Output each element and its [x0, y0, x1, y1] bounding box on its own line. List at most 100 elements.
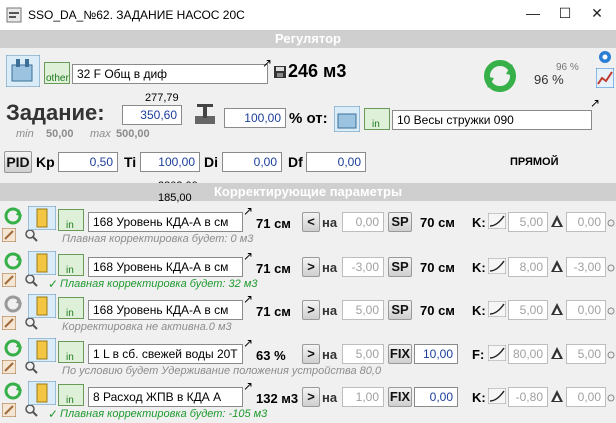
scale-icon[interactable]	[192, 102, 218, 128]
maximize-button[interactable]: ☐	[556, 4, 574, 22]
row-edit-icon[interactable]	[2, 403, 16, 417]
row-source-field[interactable]: 168 Уровень КДА-А в см	[88, 300, 243, 320]
plant-icon[interactable]	[6, 55, 40, 87]
row-refresh-icon[interactable]	[2, 251, 24, 271]
row-device-icon[interactable]	[28, 206, 56, 230]
pid-button[interactable]: PID	[4, 151, 32, 173]
row-pin-icon[interactable]: ↗	[243, 292, 253, 306]
row-pin-icon[interactable]: ↗	[243, 204, 253, 218]
close-button[interactable]: ✕	[588, 4, 606, 22]
kp-input[interactable]: 0,50	[58, 152, 118, 172]
row-pin-icon[interactable]: ↗	[243, 379, 253, 393]
row-dot-icon[interactable]	[607, 264, 615, 272]
row-source-field[interactable]: 168 Уровень КДА-А в см	[88, 212, 243, 232]
source-type-box[interactable]: other	[44, 62, 70, 84]
row-mode-button[interactable]: SP	[388, 300, 412, 320]
row-mode-button[interactable]: FIX	[388, 344, 412, 364]
row-edit-icon[interactable]	[2, 316, 16, 330]
row-dot-icon[interactable]	[607, 307, 615, 315]
row-curve-icon[interactable]	[488, 301, 506, 317]
row-k2-input[interactable]: 0,00	[566, 212, 606, 232]
row-k2-input[interactable]: -3,00	[566, 257, 606, 277]
row-delta-icon[interactable]	[550, 302, 564, 316]
row-search-icon[interactable]	[24, 316, 38, 330]
row-direction-button[interactable]: >	[302, 387, 320, 407]
row-pin-icon[interactable]: ↗	[243, 249, 253, 263]
row-dot-icon[interactable]	[607, 394, 615, 402]
row-delta-icon[interactable]	[550, 346, 564, 360]
pin-icon[interactable]: ↗	[262, 56, 272, 70]
row-type-box[interactable]: in	[58, 384, 84, 406]
row-source-field[interactable]: 1 L в сб. свежей воды 20Т	[88, 344, 243, 364]
row-search-icon[interactable]	[24, 228, 38, 242]
row-curve-icon[interactable]	[488, 388, 506, 404]
chart-icon[interactable]	[596, 68, 614, 88]
row-mode-input[interactable]: 10,00	[414, 344, 458, 364]
row-source-field[interactable]: 168 Уровень КДА-А в см	[88, 257, 243, 277]
row-refresh-icon[interactable]	[2, 206, 24, 226]
pin-icon-2[interactable]: ↗	[590, 96, 600, 110]
row-device-icon[interactable]	[28, 381, 56, 405]
row-delta-icon[interactable]	[550, 389, 564, 403]
row-k2-input[interactable]: 0,00	[566, 300, 606, 320]
row-delta-icon[interactable]	[550, 214, 564, 228]
row-k-input[interactable]: -0,80	[508, 387, 548, 407]
di-input[interactable]: 0,00	[222, 152, 282, 172]
row-k2-input[interactable]: 5,00	[566, 344, 606, 364]
row-type-box[interactable]: in	[58, 254, 84, 276]
row-device-icon[interactable]	[28, 251, 56, 275]
settings-icon[interactable]	[596, 48, 614, 66]
row-source-field[interactable]: 8 Расход ЖПВ в КДА А	[88, 387, 243, 407]
row-direction-button[interactable]: <	[302, 212, 320, 232]
row-mode-button[interactable]: FIX	[388, 387, 412, 407]
row-curve-icon[interactable]	[488, 258, 506, 274]
row-edit-icon[interactable]	[2, 273, 16, 287]
row-device-icon[interactable]	[28, 338, 56, 362]
plant-icon-2[interactable]	[334, 106, 360, 132]
row-edit-icon[interactable]	[2, 228, 16, 242]
task-input[interactable]: 350,60	[122, 105, 182, 125]
row-search-icon[interactable]	[24, 360, 38, 374]
row-delta-icon[interactable]	[550, 259, 564, 273]
row-edit-icon[interactable]	[2, 360, 16, 374]
row-search-icon[interactable]	[24, 403, 38, 417]
row-search-icon[interactable]	[24, 273, 38, 287]
row-dot-icon[interactable]	[607, 219, 615, 227]
percent-input[interactable]: 100,00	[224, 108, 286, 128]
row-curve-icon[interactable]	[488, 345, 506, 361]
row-mode-button[interactable]: SP	[388, 212, 412, 232]
row-direction-button[interactable]: >	[302, 300, 320, 320]
row-amount-input[interactable]: 5,00	[342, 300, 384, 320]
from-type-box[interactable]: in	[364, 108, 390, 130]
ti-input[interactable]: 100,00	[140, 152, 200, 172]
row-k-input[interactable]: 5,00	[508, 212, 548, 232]
direction-mode[interactable]: ПРЯМОЙ	[510, 156, 559, 168]
row-type-box[interactable]: in	[58, 297, 84, 319]
refresh-icon[interactable]	[482, 58, 518, 94]
row-device-icon[interactable]	[28, 294, 56, 318]
row-k-input[interactable]: 5,00	[508, 300, 548, 320]
row-dot-icon[interactable]	[607, 351, 615, 359]
row-k2-input[interactable]: 0,00	[566, 387, 606, 407]
row-amount-input[interactable]: 1,00	[342, 387, 384, 407]
row-amount-input[interactable]: 0,00	[342, 212, 384, 232]
minimize-button[interactable]: —	[524, 4, 542, 22]
row-type-box[interactable]: in	[58, 209, 84, 231]
from-source-field[interactable]: 10 Весы стружки 090	[392, 110, 592, 130]
save-icon[interactable]	[274, 66, 286, 78]
row-direction-button[interactable]: >	[302, 344, 320, 364]
row-k-input[interactable]: 8,00	[508, 257, 548, 277]
row-type-box[interactable]: in	[58, 341, 84, 363]
row-refresh-icon[interactable]	[2, 294, 24, 314]
row-direction-button[interactable]: >	[302, 257, 320, 277]
row-mode-button[interactable]: SP	[388, 257, 412, 277]
row-pin-icon[interactable]: ↗	[243, 336, 253, 350]
row-refresh-icon[interactable]	[2, 338, 24, 358]
df-input[interactable]: 0,00	[306, 152, 366, 172]
row-curve-icon[interactable]	[488, 213, 506, 229]
row-refresh-icon[interactable]	[2, 381, 24, 401]
row-mode-input[interactable]: 0,00	[414, 387, 458, 407]
row-amount-input[interactable]: 5,00	[342, 344, 384, 364]
source-field[interactable]: 32 F Общ в диф	[72, 64, 268, 84]
row-amount-input[interactable]: -3,00	[342, 257, 384, 277]
